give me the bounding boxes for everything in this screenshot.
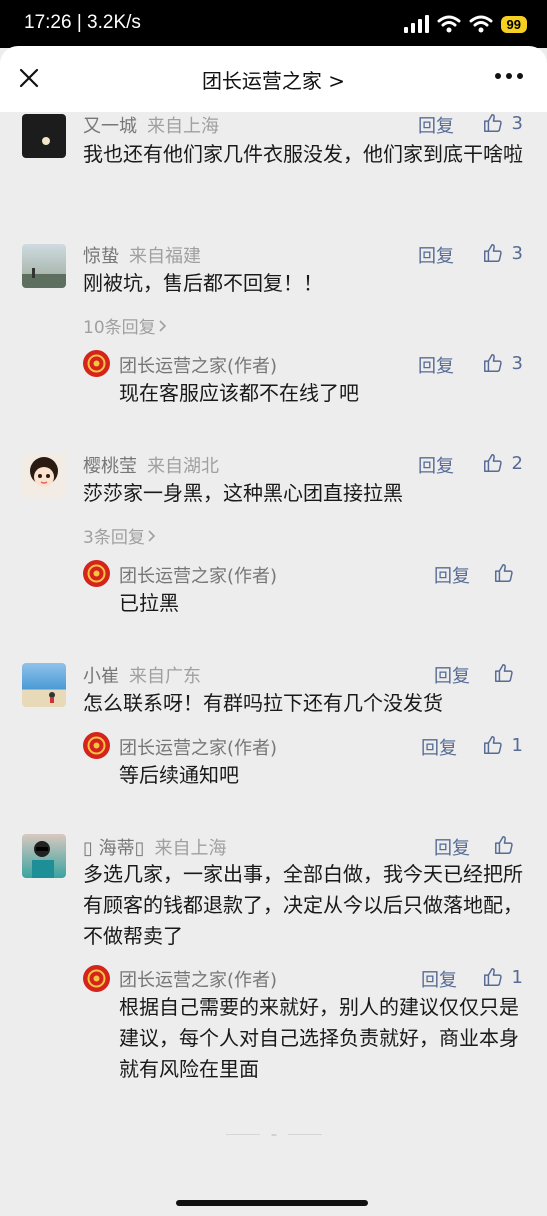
like-count: 1 — [511, 734, 523, 756]
reply-button[interactable]: 回复 — [421, 734, 457, 760]
reply-button[interactable]: 回复 — [421, 966, 457, 992]
like-button[interactable] — [493, 662, 523, 684]
like-count: 3 — [511, 352, 523, 374]
author-name: 小崔 — [83, 666, 119, 687]
thumbs-up-icon — [483, 114, 502, 132]
comment-text: 刚被坑，售后都不回复！！ — [83, 271, 323, 295]
comment-author[interactable]: 又一城 来自上海 — [83, 112, 219, 138]
like-count: 2 — [511, 452, 523, 474]
thumbs-up-icon — [483, 244, 502, 262]
wifi-icon — [437, 15, 461, 33]
reply-button[interactable]: 回复 — [418, 112, 454, 138]
signal-icon — [403, 15, 429, 33]
comment-text: 我也还有他们家几件衣服没发，他们家到底干啥啦 — [83, 142, 523, 166]
author-avatar[interactable] — [83, 965, 110, 992]
comment-author[interactable]: 惊蛰 来自福建 — [83, 242, 201, 268]
chevron-right-icon — [159, 320, 166, 332]
reply-button[interactable]: 回复 — [418, 352, 454, 378]
wifi-icon-secondary — [469, 15, 493, 33]
reply-text: 根据自己需要的来就好，别人的建议仅仅只是建议，每个人对自己选择负责就好，商业本身… — [119, 995, 519, 1081]
reply-author[interactable]: 团长运营之家(作者) — [119, 734, 277, 760]
more-replies-link[interactable]: 3条回复 — [83, 523, 157, 548]
reply-author[interactable]: 团长运营之家(作者) — [119, 562, 277, 588]
reply-text: 现在客服应该都不在线了吧 — [119, 381, 359, 405]
like-count: 1 — [511, 966, 523, 988]
author-location: 来自福建 — [129, 246, 201, 267]
like-button[interactable]: 3 — [482, 242, 523, 264]
author-location: 来自广东 — [129, 666, 201, 687]
thumbs-up-icon — [483, 968, 502, 986]
like-button[interactable] — [493, 834, 523, 856]
reply-button[interactable]: 回复 — [434, 562, 470, 588]
reply-author[interactable]: 团长运营之家(作者) — [119, 966, 277, 992]
author-name: ▯ 海蒂▯ — [83, 838, 145, 859]
status-icons: 99 — [403, 13, 527, 35]
comment-text: 多选几家，一家出事，全部白做，我今天已经把所有顾客的钱都退款了，决定从今以后只做… — [83, 862, 523, 948]
author-location: 来自上海 — [154, 838, 227, 859]
reply-button[interactable]: 回复 — [418, 242, 454, 268]
battery-indicator: 99 — [500, 15, 527, 33]
more-replies-link[interactable]: 10条回复 — [83, 313, 168, 338]
comment-author[interactable]: 樱桃莹 来自湖北 — [83, 452, 219, 478]
author-avatar[interactable] — [83, 350, 110, 377]
author-location: 来自上海 — [147, 116, 219, 137]
comment-author[interactable]: ▯ 海蒂▯ 来自上海 — [83, 834, 227, 860]
nav-bar: 团长运营之家 > — [0, 46, 547, 112]
reply-text: 等后续通知吧 — [119, 763, 239, 787]
author-avatar[interactable] — [83, 560, 110, 587]
thumbs-up-icon — [495, 836, 513, 854]
avatar[interactable] — [22, 663, 66, 707]
end-of-list-divider — [226, 1134, 322, 1136]
author-avatar[interactable] — [83, 732, 110, 759]
reply-author[interactable]: 团长运营之家(作者) — [119, 352, 277, 378]
like-button[interactable]: 2 — [482, 452, 523, 474]
author-name: 惊蛰 — [83, 246, 119, 267]
reply-text: 已拉黑 — [119, 591, 179, 615]
like-button[interactable]: 3 — [482, 352, 523, 374]
thumbs-up-icon — [483, 736, 502, 754]
reply-button[interactable]: 回复 — [418, 452, 454, 478]
thumbs-up-icon — [495, 564, 513, 582]
avatar[interactable] — [22, 114, 66, 158]
like-button[interactable]: 1 — [482, 734, 523, 756]
like-button[interactable] — [493, 562, 523, 584]
like-count: 3 — [511, 112, 523, 134]
more-replies-label: 3条回复 — [83, 528, 145, 548]
reply-button[interactable]: 回复 — [434, 662, 470, 688]
comment-text: 莎莎家一身黑，这种黑心团直接拉黑 — [83, 481, 403, 505]
thumbs-up-icon — [483, 454, 502, 472]
like-count: 3 — [511, 242, 523, 264]
home-indicator[interactable] — [176, 1200, 368, 1206]
page-title[interactable]: 团长运营之家 > — [0, 65, 547, 94]
avatar[interactable] — [22, 244, 66, 288]
status-bar: 17:26 | 3.2K/s 99 — [0, 0, 547, 48]
reply-button[interactable]: 回复 — [434, 834, 470, 860]
author-location: 来自湖北 — [147, 456, 219, 477]
like-button[interactable]: 1 — [482, 966, 523, 988]
comment-text: 怎么联系呀！有群吗拉下还有几个没发货 — [83, 691, 443, 715]
more-options-icon[interactable] — [495, 73, 523, 79]
status-time: 17:26 | 3.2K/s — [24, 12, 141, 33]
avatar[interactable] — [22, 453, 66, 497]
thumbs-up-icon — [483, 354, 502, 372]
comment-author[interactable]: 小崔 来自广东 — [83, 662, 201, 688]
author-name: 又一城 — [83, 116, 137, 137]
avatar[interactable] — [22, 834, 66, 878]
thumbs-up-icon — [495, 664, 513, 682]
more-replies-label: 10条回复 — [83, 318, 156, 338]
author-name: 樱桃莹 — [83, 456, 137, 477]
like-button[interactable]: 3 — [482, 112, 523, 134]
chevron-right-icon — [148, 530, 155, 542]
